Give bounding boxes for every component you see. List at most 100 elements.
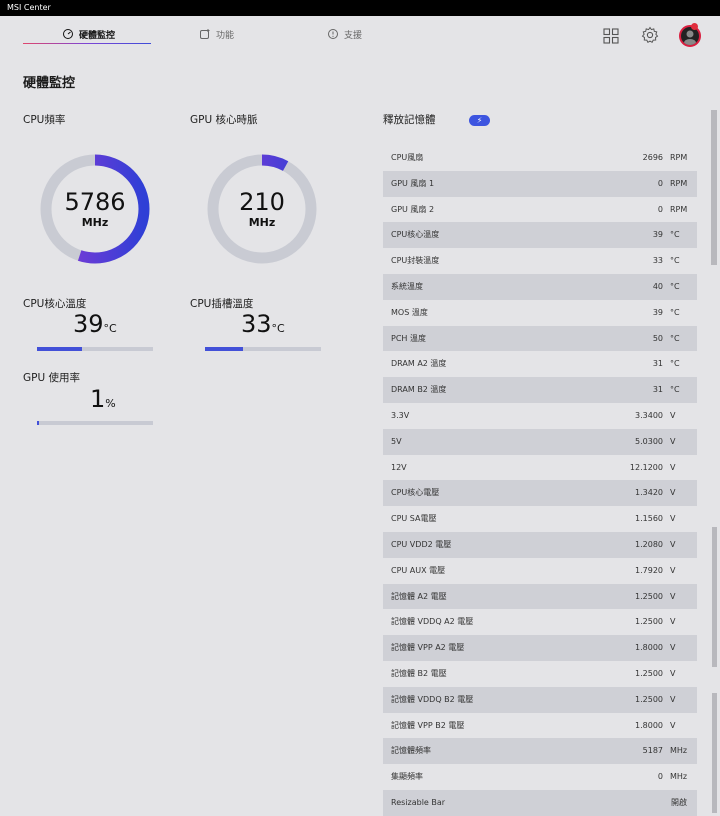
sensor-row: 集顯頻率 0 MHz (383, 764, 697, 790)
sensor-row: 記憶體 VPP A2 電壓 1.8000 V (383, 635, 697, 661)
sensor-value: 0 (657, 772, 663, 782)
sensor-unit: °C (670, 385, 680, 395)
cpu-socket-temp-value: 33 (241, 310, 272, 338)
sensor-unit: V (670, 539, 676, 549)
page-title: 硬體監控 (23, 76, 76, 91)
sensor-row: 12V 12.1200 V (383, 455, 697, 481)
sensor-value: 1.2500 (635, 591, 663, 601)
sensor-unit: V (670, 462, 676, 472)
bolt-icon: ⚡ (476, 116, 483, 125)
sensor-name: CPU核心溫度 (391, 230, 440, 240)
sensor-value: 33 (652, 256, 663, 266)
sensor-unit: V (670, 565, 676, 575)
sensor-row: 記憶體 VDDQ A2 電壓 1.2500 V (383, 609, 697, 635)
sensor-unit: °C (670, 359, 680, 369)
sensor-unit: RPM (670, 153, 688, 162)
sensor-name: 記憶體 VDDQ B2 電壓 (391, 694, 474, 704)
sensor-row: CPU封裝溫度 33 °C (383, 248, 697, 274)
sensor-value: 1.2500 (635, 617, 663, 627)
sensor-name: PCH 溫度 (391, 333, 426, 343)
feature-icon (200, 29, 210, 39)
sensor-row: 記憶體 B2 電壓 1.2500 V (383, 661, 697, 687)
sensor-unit: V (670, 668, 676, 678)
sensor-name: CPU AUX 電壓 (391, 565, 446, 575)
active-tab-indicator (23, 43, 151, 44)
sensor-value: 5.0300 (635, 436, 663, 446)
tab-label: 支援 (344, 30, 363, 41)
tab-label: 硬體監控 (79, 30, 116, 41)
sensor-row: 3.3V 3.3400 V (383, 403, 697, 429)
sensor-value: 31 (652, 385, 663, 395)
tab-hardware-monitor[interactable]: 硬體監控 (62, 24, 115, 44)
sensor-row: CPU SA電壓 1.1560 V (383, 506, 697, 532)
memory-release-label: 釋放記憶體 (383, 114, 436, 126)
sensor-unit: V (670, 514, 676, 524)
gpu-usage-value: 1 (90, 385, 106, 413)
support-icon (328, 29, 338, 39)
sensor-row: DRAM A2 溫度 31 °C (383, 351, 697, 377)
sensor-name: CPU風扇 (391, 153, 424, 162)
gpu-clock-unit: MHz (248, 216, 276, 229)
sensor-row: 系統溫度 40 °C (383, 273, 697, 300)
sensor-unit: V (670, 643, 676, 653)
sensor-value: 31 (652, 359, 663, 369)
notification-dot (691, 23, 698, 30)
cpu-socket-temp-unit: °C (271, 322, 285, 335)
sensor-value: 1.1560 (635, 514, 663, 524)
sensor-name: 記憶體 VPP B2 電壓 (391, 720, 465, 730)
sensor-value: 0 (657, 178, 663, 188)
sensor-name: GPU 風扇 1 (391, 178, 435, 188)
tab-features[interactable]: 功能 (199, 24, 234, 44)
sensor-unit: °C (670, 256, 680, 266)
bar-fill (205, 347, 244, 351)
sensor-row: CPU核心電壓 1.3420 V (383, 480, 697, 507)
sensor-value: 39 (652, 307, 663, 317)
scrollbar-thumb-lower[interactable] (712, 527, 717, 667)
scrollbar-thumb[interactable] (711, 110, 717, 265)
sensor-name: MOS 溫度 (391, 307, 428, 317)
sensor-value: 1.8000 (635, 720, 663, 730)
sensor-unit: °C (670, 333, 680, 343)
sensor-name: GPU 風扇 2 (391, 204, 435, 214)
sensor-value: 1.2500 (635, 694, 663, 704)
user-avatar[interactable] (679, 25, 701, 47)
gpu-usage-unit: % (105, 397, 116, 410)
gpu-clock-value: 210 (239, 188, 285, 216)
tab-support[interactable]: 支援 (327, 24, 362, 44)
sensor-row: 記憶體頻率 5187 MHz (383, 738, 697, 765)
user-icon (684, 30, 696, 45)
memory-release-button[interactable]: ⚡ (469, 115, 490, 126)
sensor-name: DRAM B2 溫度 (391, 385, 447, 395)
sensor-row: Resizable Bar 開啟 (383, 789, 697, 816)
sensor-unit: V (670, 436, 676, 446)
sensor-name: 記憶體 B2 電壓 (391, 668, 447, 678)
sensor-row: CPU核心溫度 39 °C (383, 222, 697, 249)
sensor-row: 5V 5.0300 V (383, 428, 697, 455)
cpu-socket-temp-bar (205, 347, 321, 351)
sensor-name: CPU SA電壓 (391, 514, 437, 524)
gear-icon[interactable] (641, 26, 659, 44)
sensor-row: CPU風扇 2696 RPM (383, 145, 697, 171)
sensor-row: 記憶體 VDDQ B2 電壓 1.2500 V (383, 686, 697, 713)
sensor-name: 記憶體 VDDQ A2 電壓 (391, 617, 474, 627)
sensor-value: 39 (652, 230, 663, 240)
sensor-row: GPU 風扇 2 0 RPM (383, 197, 697, 223)
gauge-icon (63, 29, 73, 39)
sensor-unit: MHz (670, 746, 688, 756)
sensor-value: 1.2080 (635, 539, 663, 549)
app-title: MSI Center (7, 3, 51, 12)
sensor-value: 0 (657, 204, 663, 214)
sensor-name: CPU VDD2 電壓 (391, 539, 452, 549)
scrollbar-thumb-bottom[interactable] (712, 693, 717, 813)
sensor-unit: V (670, 720, 676, 730)
sensor-name: 集顯頻率 (391, 772, 423, 782)
sensor-value: 1.7920 (635, 565, 663, 575)
bar-fill (37, 347, 83, 351)
sensor-value: 50 (652, 333, 663, 343)
sensor-value: 1.8000 (635, 643, 663, 653)
sensor-unit: °C (670, 307, 680, 317)
sensor-unit: V (670, 591, 676, 601)
sensor-name: 記憶體 VPP A2 電壓 (391, 643, 465, 653)
grid-icon[interactable] (602, 27, 620, 45)
sensor-name: 記憶體 A2 電壓 (391, 591, 447, 601)
